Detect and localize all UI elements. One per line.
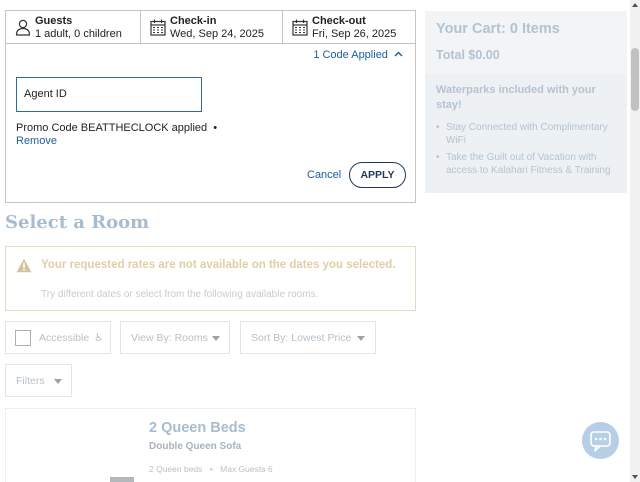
alert-subtitle: Try different dates or select from the f… — [41, 289, 319, 300]
promo-status: Promo Code BEATTHECLOCK applied • — [16, 122, 217, 134]
cancel-button[interactable]: Cancel — [307, 169, 341, 181]
accessible-checkbox[interactable] — [15, 330, 31, 346]
guests-label: Guests — [35, 15, 73, 27]
room-image — [110, 477, 134, 482]
wheelchair-icon: ♿ — [94, 332, 104, 344]
scrollbar-thumb[interactable] — [631, 48, 639, 111]
select-room-heading: Select a Room — [5, 212, 150, 233]
warning-icon — [16, 258, 32, 273]
accessible-text: Accessible — [39, 332, 90, 344]
room-max-guests: Max Guests 6 — [220, 464, 273, 474]
remove-promo-link[interactable]: Remove — [16, 135, 57, 147]
checkout-selector[interactable]: Check-out Fri, Sep 26, 2025 — [283, 11, 415, 44]
booking-panel: Guests 1 adult, 0 children Check-in Wed,… — [5, 10, 416, 203]
perk-item: Take the Guilt out of Vacation with acce… — [436, 151, 626, 177]
checkin-label: Check-in — [170, 15, 217, 27]
scroll-down-arrow-icon[interactable] — [630, 472, 640, 482]
calendar-icon — [292, 19, 308, 36]
alert-title: Your requested rates are not available o… — [41, 259, 396, 271]
waterparks-title: Waterparks included with your stay! — [436, 84, 596, 111]
cart-total: Total $0.00 — [436, 48, 500, 62]
agent-id-input[interactable]: Agent ID — [16, 77, 202, 112]
room-subtitle: Double Queen Sofa — [149, 441, 242, 452]
chevron-up-icon — [394, 51, 403, 57]
promo-text: Promo Code BEATTHECLOCK applied — [16, 122, 208, 134]
cart-header: Your Cart: 0 Items Total $0.00 — [425, 11, 627, 74]
person-icon — [15, 19, 31, 36]
codes-applied-toggle[interactable]: 1 Code Applied — [313, 49, 403, 61]
cart-panel: Your Cart: 0 Items Total $0.00 Waterpark… — [425, 11, 627, 193]
chevron-down-icon — [54, 379, 62, 384]
room-card[interactable]: 2 Queen Beds Double Queen Sofa 2 Queen b… — [5, 408, 416, 482]
chat-button[interactable] — [582, 422, 619, 459]
filters-dropdown[interactable]: Filters — [5, 364, 72, 397]
sort-by-label: Sort By: Lowest Price — [251, 332, 352, 344]
room-beds: 2 Queen beds — [149, 464, 203, 474]
checkout-value: Fri, Sep 26, 2025 — [312, 28, 397, 40]
checkout-label: Check-out — [312, 15, 366, 27]
room-meta-separator: • — [209, 464, 213, 474]
room-meta: 2 Queen beds • Max Guests 6 — [149, 464, 273, 474]
cart-title: Your Cart: 0 Items — [436, 21, 560, 37]
promo-separator: • — [213, 122, 218, 134]
cart-perks: Waterparks included with your stay! Stay… — [425, 74, 627, 193]
view-by-label: View By: Rooms — [131, 332, 208, 344]
perks-list: Stay Connected with Complimentary WiFi T… — [436, 121, 626, 181]
guests-value: 1 adult, 0 children — [35, 28, 122, 40]
guests-selector[interactable]: Guests 1 adult, 0 children — [6, 11, 141, 44]
perk-item: Stay Connected with Complimentary WiFi — [436, 121, 626, 147]
checkin-value: Wed, Sep 24, 2025 — [170, 28, 264, 40]
apply-button[interactable]: APPLY — [349, 162, 406, 188]
checkin-selector[interactable]: Check-in Wed, Sep 24, 2025 — [141, 11, 283, 44]
filters-label: Filters — [16, 375, 45, 387]
accessible-filter[interactable]: Accessible ♿ — [5, 321, 111, 354]
rates-alert: Your requested rates are not available o… — [5, 246, 416, 311]
chat-icon — [590, 431, 611, 452]
codes-applied-label: 1 Code Applied — [313, 49, 388, 61]
sort-by-dropdown[interactable]: Sort By: Lowest Price — [240, 321, 376, 354]
accessible-label: Accessible ♿ — [39, 332, 104, 344]
view-by-dropdown[interactable]: View By: Rooms — [120, 321, 230, 354]
scroll-up-arrow-icon[interactable] — [630, 0, 640, 10]
chevron-down-icon — [357, 336, 365, 341]
chevron-down-icon — [212, 336, 220, 341]
room-title: 2 Queen Beds — [149, 420, 246, 436]
calendar-icon — [150, 19, 166, 36]
